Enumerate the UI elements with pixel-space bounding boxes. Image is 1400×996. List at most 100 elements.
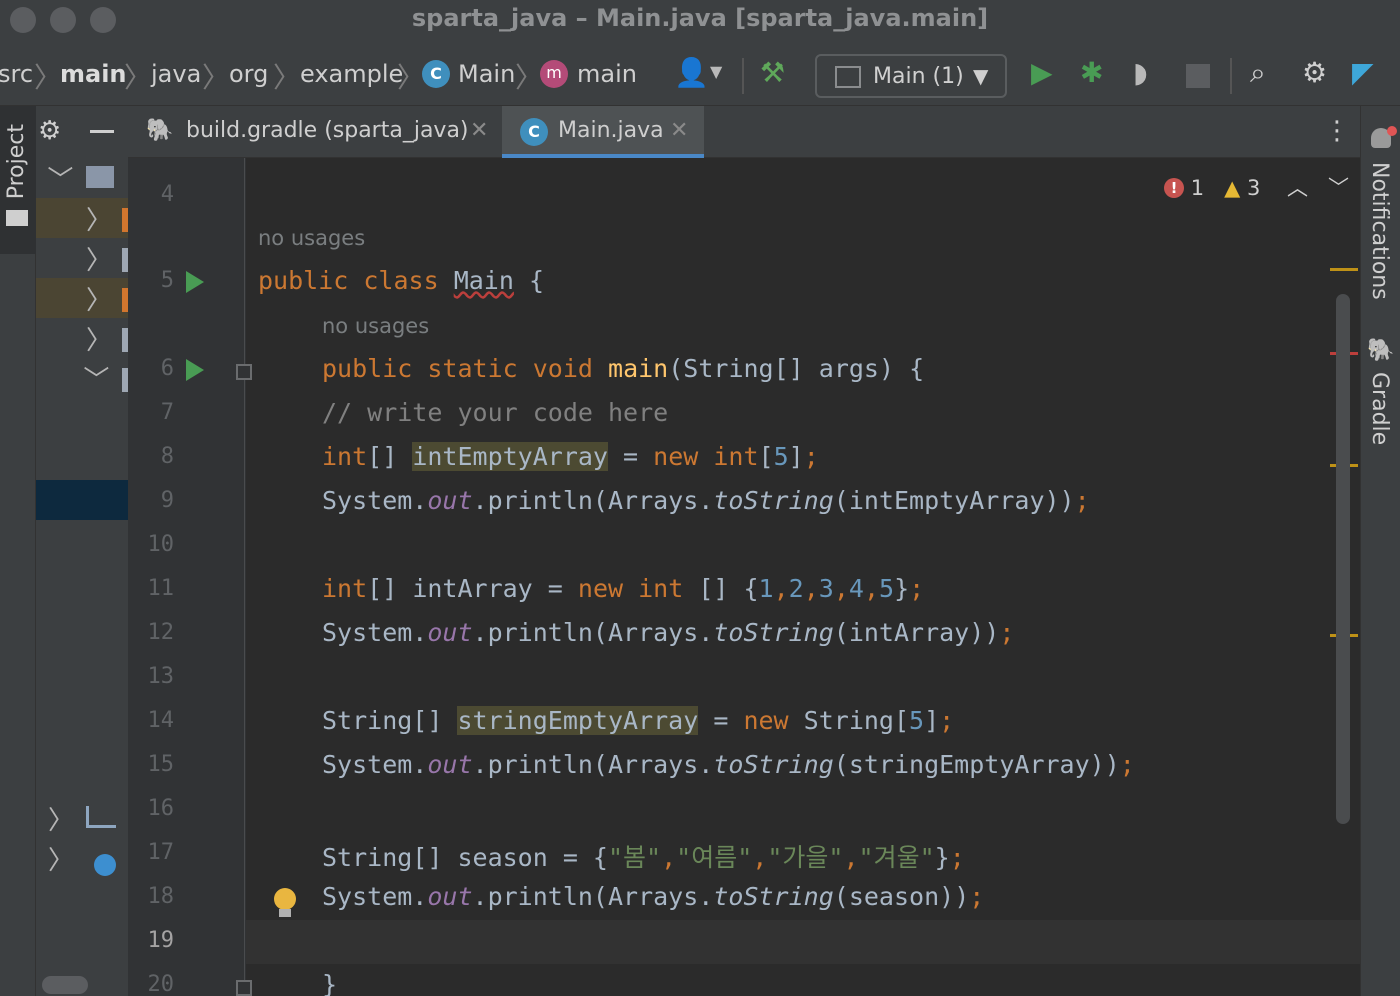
tree-row[interactable]: 〉 bbox=[36, 158, 128, 198]
search-icon[interactable]: ⌕ bbox=[1250, 56, 1266, 90]
string-literal: "가을" bbox=[767, 843, 844, 872]
code-line-20: } bbox=[322, 970, 338, 996]
tree-row-selected[interactable] bbox=[36, 480, 128, 520]
tab-label: Main.java bbox=[558, 118, 664, 143]
error-icon: ! bbox=[1164, 178, 1184, 198]
settings-gear-icon[interactable]: ⚙ bbox=[1302, 56, 1327, 89]
breadcrumb-class-main[interactable]: Main bbox=[458, 60, 515, 88]
gradle-tool-label[interactable]: Gradle bbox=[1367, 372, 1392, 445]
variable-ref: stringEmptyArray bbox=[848, 750, 1090, 779]
debug-bug-icon[interactable]: ✱ bbox=[1080, 56, 1103, 89]
settings-gear-icon[interactable]: ⚙ bbox=[38, 116, 61, 146]
code-line-18: System.out.println(Arrays.toString(seaso… bbox=[322, 882, 985, 911]
external-libraries-icon bbox=[86, 806, 116, 828]
breadcrumb-separator: 〉 bbox=[273, 61, 302, 94]
project-folder-icon bbox=[86, 166, 114, 188]
tree-row[interactable]: 〉 bbox=[36, 318, 128, 358]
chevron-right-icon[interactable]: 〉 bbox=[86, 280, 112, 317]
line-number: 13 bbox=[147, 664, 175, 689]
chevron-down-icon[interactable]: 〉 bbox=[79, 365, 116, 391]
toolbar-separator bbox=[742, 58, 744, 94]
horizontal-scrollbar[interactable] bbox=[42, 976, 88, 994]
fold-icon[interactable] bbox=[236, 364, 252, 380]
project-panel: ⚙ 〉 〉 〉 〉 〉 〉 〉 〉 bbox=[36, 106, 128, 996]
tree-row[interactable]: 〉 bbox=[36, 358, 128, 398]
chevron-right-icon[interactable]: 〉 bbox=[86, 200, 112, 237]
tree-row[interactable]: 〉 bbox=[36, 198, 128, 238]
notifications-tool-label[interactable]: Notifications bbox=[1367, 162, 1392, 300]
token: (String[] args) { bbox=[668, 354, 925, 383]
breadcrumb-main[interactable]: main bbox=[60, 60, 127, 88]
code-line-6: public static void main(String[] args) { bbox=[322, 354, 924, 383]
line-number: 7 bbox=[160, 400, 174, 425]
code-line-9: System.out.println(Arrays.toString(intEm… bbox=[322, 486, 1090, 515]
line-number: 8 bbox=[160, 444, 174, 469]
breadcrumb-java[interactable]: java bbox=[151, 60, 201, 88]
breadcrumb-example[interactable]: example bbox=[300, 60, 403, 88]
token: void bbox=[532, 354, 593, 383]
breadcrumb-method-main[interactable]: main bbox=[577, 60, 637, 88]
chevron-right-icon[interactable]: 〉 bbox=[86, 240, 112, 277]
editor-tab-bar: 🐘 build.gradle (sparta_java) ✕ C Main.ja… bbox=[128, 106, 1360, 158]
breadcrumb-src[interactable]: src bbox=[0, 60, 33, 88]
lightbulb-icon[interactable] bbox=[274, 888, 296, 910]
user-icon[interactable]: 👤 bbox=[674, 56, 709, 89]
variable-name: intArray bbox=[412, 574, 533, 603]
fold-guide bbox=[244, 158, 245, 996]
run-configuration-select[interactable]: Main (1) ▼ bbox=[815, 54, 1007, 98]
ide-logo-icon[interactable]: ◤ bbox=[1352, 56, 1374, 89]
more-options-icon[interactable]: ⋮ bbox=[1324, 116, 1350, 146]
run-main-icon[interactable] bbox=[186, 359, 204, 381]
number-literal: 4 bbox=[848, 574, 864, 603]
close-tab-icon[interactable]: ✕ bbox=[670, 118, 688, 143]
run-icon[interactable]: ▶ bbox=[1031, 56, 1053, 89]
tree-row[interactable]: 〉 bbox=[36, 798, 128, 838]
window-title: sparta_java – Main.java [sparta_java.mai… bbox=[411, 4, 989, 32]
build-hammer-icon[interactable]: ⚒ bbox=[760, 56, 785, 89]
stop-icon[interactable] bbox=[1186, 64, 1210, 88]
run-class-icon[interactable] bbox=[186, 271, 204, 293]
number-literal: 1 bbox=[758, 574, 774, 603]
close-tab-icon[interactable]: ✕ bbox=[470, 118, 488, 143]
navigation-bar: src 〉 main 〉 java 〉 org 〉 example 〉 C Ma… bbox=[0, 38, 1400, 106]
warning-count: 3 bbox=[1246, 176, 1261, 200]
tree-row[interactable]: 〉 bbox=[36, 238, 128, 278]
breadcrumb-org[interactable]: org bbox=[229, 60, 268, 88]
chevron-down-icon[interactable]: ▼ bbox=[710, 62, 722, 81]
code-line-14: String[] stringEmptyArray = new String[5… bbox=[322, 706, 955, 735]
code-line-7: // write your code here bbox=[322, 398, 669, 427]
tab-build-gradle[interactable]: 🐘 build.gradle (sparta_java) ✕ bbox=[128, 106, 498, 158]
vertical-scrollbar[interactable] bbox=[1336, 294, 1350, 824]
tab-main-java[interactable]: C Main.java ✕ bbox=[502, 106, 704, 158]
gradle-elephant-icon[interactable]: 🐘 bbox=[1367, 338, 1394, 363]
usage-hint[interactable]: no usages bbox=[322, 314, 429, 338]
class-icon: C bbox=[520, 118, 548, 146]
line-number: 12 bbox=[147, 620, 175, 645]
code-line-11: int[] intArray = new int [] {1,2,3,4,5}; bbox=[322, 574, 925, 603]
coverage-icon[interactable]: ◗ bbox=[1133, 56, 1148, 89]
chevron-down-icon[interactable]: 〉 bbox=[43, 165, 80, 191]
right-tool-stripe: Notifications 🐘 Gradle bbox=[1360, 106, 1400, 996]
tree-row[interactable]: 〉 bbox=[36, 838, 128, 878]
fold-icon[interactable] bbox=[236, 980, 252, 996]
chevron-right-icon[interactable]: 〉 bbox=[86, 320, 112, 357]
code-editor[interactable]: 4 5 6 7 8 9 10 11 12 13 14 15 16 17 18 1… bbox=[128, 158, 1360, 996]
chevron-right-icon[interactable]: 〉 bbox=[48, 800, 74, 837]
variable-ref: season bbox=[848, 882, 940, 911]
chevron-right-icon[interactable]: 〉 bbox=[48, 840, 74, 877]
line-number: 11 bbox=[147, 576, 175, 601]
usage-hint[interactable]: no usages bbox=[258, 226, 365, 250]
notification-badge bbox=[1387, 126, 1397, 136]
token: { bbox=[528, 266, 545, 295]
number-literal: 2 bbox=[788, 574, 804, 603]
inspection-widget[interactable]: ! 1 ▲ 3 ︿ ﹀ bbox=[1164, 172, 1349, 202]
code-line-5: public class Main { bbox=[258, 266, 544, 295]
project-tool-button[interactable]: Project bbox=[0, 106, 36, 254]
warning-stripe-mark[interactable] bbox=[1330, 268, 1358, 271]
tree-row[interactable]: 〉 bbox=[36, 278, 128, 318]
hide-panel-icon[interactable] bbox=[90, 130, 114, 133]
next-problem-icon[interactable]: ﹀ bbox=[1328, 176, 1349, 200]
token: public bbox=[258, 266, 349, 295]
previous-problem-icon[interactable]: ︿ bbox=[1287, 176, 1308, 200]
number-literal: 3 bbox=[818, 574, 834, 603]
